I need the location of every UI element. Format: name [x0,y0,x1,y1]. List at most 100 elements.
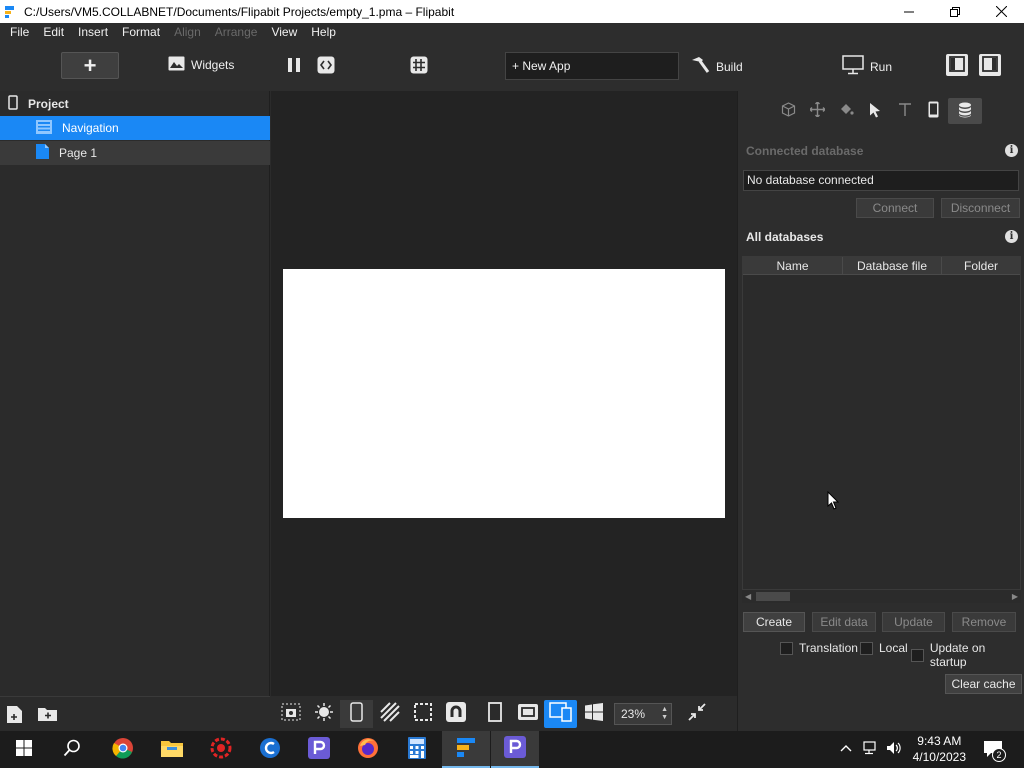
menu-edit[interactable]: Edit [36,23,71,41]
menu-view[interactable]: View [264,23,304,41]
taskbar-clock[interactable]: 9:43 AM 4/10/2023 [913,733,966,765]
tree-item-navigation[interactable]: Navigation [0,116,270,140]
add-folder-button[interactable] [38,707,57,724]
sun-icon [314,702,334,725]
create-button[interactable]: Create [743,612,805,632]
start-button[interactable] [0,731,48,768]
clear-cache-button[interactable]: Clear cache [945,674,1022,694]
info-icon[interactable]: i [1005,144,1018,157]
column-header-folder[interactable]: Folder [942,257,1020,274]
snap-button[interactable] [439,700,472,728]
network-icon[interactable] [863,741,879,758]
text-icon [898,102,912,120]
update-button[interactable]: Update [882,612,945,632]
grid-button[interactable] [410,56,428,77]
scrollbar-thumb[interactable] [756,592,790,601]
column-header-name[interactable]: Name [743,257,843,274]
translation-label: Translation [799,641,858,655]
calculator-taskbar-button[interactable] [393,731,441,768]
widgets-button[interactable]: Widgets [168,56,234,74]
windows-platform-button[interactable] [577,700,610,728]
all-databases-title: All databases [746,230,824,244]
connect-button[interactable]: Connect [856,198,934,218]
scroll-left-icon[interactable]: ◀ [745,592,751,601]
remove-button[interactable]: Remove [952,612,1016,632]
toggle-left-panel-button[interactable] [946,54,968,76]
chrome-taskbar-button[interactable] [99,731,147,768]
code-button[interactable] [317,56,335,77]
ccleaner-taskbar-button[interactable] [246,731,294,768]
zoom-field[interactable]: 23% ▲ ▼ [614,702,672,725]
add-button[interactable]: + [61,52,119,79]
run-button[interactable]: Run [842,55,892,78]
update-on-startup-option[interactable]: Update on startup [911,641,1024,669]
magnet-icon [445,702,466,725]
responsive-button[interactable] [544,699,577,728]
chevron-up-icon[interactable] [840,742,852,756]
firefox-taskbar-button[interactable] [344,731,392,768]
local-checkbox[interactable] [860,641,873,655]
p-app-active-taskbar-button[interactable] [491,731,539,768]
tab-actions[interactable] [861,98,890,124]
page-artboard[interactable] [283,269,725,518]
horizontal-scrollbar[interactable]: ◀ ▶ [742,589,1021,603]
update-on-startup-checkbox[interactable] [911,648,924,662]
add-page-button[interactable] [7,706,22,726]
menu-arrange[interactable]: Arrange [208,23,265,41]
hash-grid-icon [410,56,428,77]
screenshot-button[interactable] [274,700,307,728]
tab-device[interactable] [919,98,948,124]
edit-data-button[interactable]: Edit data [812,612,876,632]
brightness-button[interactable] [307,700,340,728]
cube-icon [781,102,796,120]
tab-fill[interactable] [832,98,861,124]
folder-icon [161,739,183,760]
local-option[interactable]: Local [860,641,908,655]
restore-button[interactable] [932,0,978,23]
landscape-button[interactable] [511,700,544,728]
translation-option[interactable]: Translation [780,641,858,655]
tab-database[interactable] [948,98,982,124]
volume-icon[interactable] [886,741,902,758]
selection-bounds-button[interactable] [406,700,439,728]
cursor-icon [869,102,882,121]
search-button[interactable] [48,731,96,768]
info-icon[interactable]: i [1005,230,1018,243]
hatch-button[interactable] [373,700,406,728]
hammer-icon [690,56,710,77]
minimize-button[interactable] [886,0,932,23]
databases-table[interactable]: Name Database file Folder [742,256,1021,603]
file-explorer-taskbar-button[interactable] [148,731,196,768]
app-taskbar-button[interactable] [197,731,245,768]
clock-time: 9:43 AM [917,734,962,748]
new-app-selector[interactable]: + New App [505,52,679,80]
close-button[interactable] [978,0,1024,23]
disconnect-button[interactable]: Disconnect [941,198,1020,218]
canvas-area[interactable] [271,91,737,696]
fit-to-screen-button[interactable] [680,700,713,728]
zoom-stepper-icon[interactable]: ▲ ▼ [661,706,668,722]
tree-item-page-1[interactable]: Page 1 [0,141,270,165]
device-frame-button[interactable] [340,699,373,728]
connected-database-title: Connected database [746,144,864,158]
tab-text[interactable] [890,98,919,124]
toggle-right-panel-button[interactable] [979,54,1001,76]
menu-format[interactable]: Format [115,23,167,41]
taskbar: 9:43 AM 4/10/2023 2 [0,731,1024,768]
p-app-taskbar-button[interactable] [295,731,343,768]
menu-help[interactable]: Help [304,23,343,41]
portrait-button[interactable] [478,700,511,728]
flipabit-taskbar-button[interactable] [442,731,490,768]
tab-position[interactable] [803,98,832,124]
pause-button[interactable] [287,57,301,76]
left-panel-icon [949,55,965,75]
scroll-right-icon[interactable]: ▶ [1012,592,1018,601]
column-header-database-file[interactable]: Database file [843,257,942,274]
translation-checkbox[interactable] [780,641,793,655]
menu-insert[interactable]: Insert [71,23,115,41]
tab-object[interactable] [774,98,803,124]
menu-align[interactable]: Align [167,23,208,41]
menu-file[interactable]: File [3,23,36,41]
build-button[interactable]: Build [690,56,743,77]
notification-count-badge: 2 [992,748,1006,762]
